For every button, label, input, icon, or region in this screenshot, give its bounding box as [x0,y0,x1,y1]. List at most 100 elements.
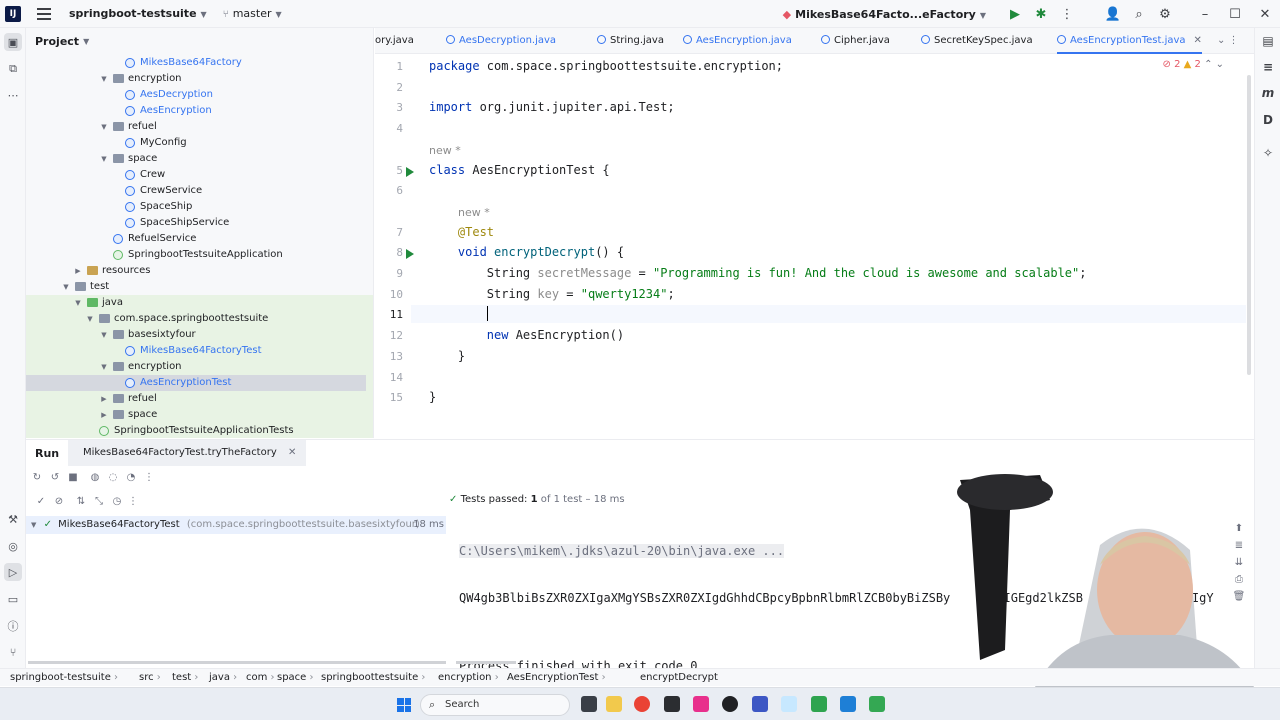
project-tree-item[interactable]: MikesBase64FactoryTest [26,343,366,359]
editor-tab[interactable]: String.java [597,28,664,54]
add-user-icon[interactable]: 👤 [1100,7,1126,22]
project-tree-item[interactable]: ▼ encryption [26,71,366,87]
chevron-down-icon[interactable]: ▼ [99,151,109,167]
chevron-down-icon[interactable]: ▼ [99,359,109,375]
chevron-right-icon[interactable]: ▶ [73,263,83,279]
chevron-down-icon[interactable]: ▼ [99,71,109,87]
project-tree-item[interactable]: Crew [26,167,366,183]
chevron-right-icon[interactable]: ▶ [99,407,109,423]
tabs-overflow-icon[interactable]: ⌄ ⋮ [1217,28,1239,54]
project-tree-item[interactable]: CrewService [26,183,366,199]
breadcrumb-item[interactable]: springboottestsuite › [321,669,425,686]
intellij-logo-icon[interactable]: IJ [5,5,21,22]
chrome-icon[interactable] [634,696,650,712]
d-tool-icon[interactable]: D [1260,113,1276,129]
notifications-icon[interactable]: ▤ [1260,34,1276,50]
editor-tab[interactable]: ory.java [375,28,414,54]
git-tool-icon[interactable]: ⑂ [4,643,22,661]
run-tool-icon[interactable]: ▷ [4,563,22,581]
app3-icon[interactable] [869,696,885,712]
obs-icon[interactable] [722,696,738,712]
rerun-failed-icon[interactable]: ↺ [48,472,62,486]
file-explorer-icon[interactable] [606,696,622,712]
sort-icon[interactable]: ⇅ [74,496,88,510]
project-tree-item[interactable]: AesEncryptionTest [26,375,366,391]
close-window-icon[interactable]: ✕ [1250,7,1280,22]
code-vision-hint[interactable]: new * [429,144,461,157]
project-switcher[interactable]: springboot-testsuite ▼ [69,7,207,20]
more-actions-icon[interactable]: ⋮ [1054,7,1080,22]
project-tree-item[interactable]: ▼ com.space.springboottestsuite [26,311,366,327]
editor-tab[interactable]: AesEncryption.java [683,28,792,54]
project-tree-item[interactable]: MikesBase64Factory [26,55,366,71]
stop-icon[interactable]: ■ [66,472,80,486]
windows-start-icon[interactable] [397,698,411,712]
vscode-icon[interactable] [840,696,856,712]
code-editor[interactable]: ⊘ 2 ▲ 2 ⌃ ⌄ 1 package com.space.springboo… [375,55,1254,438]
project-tree-item[interactable]: MyConfig [26,135,366,151]
breadcrumb-item[interactable]: encryptDecrypt [640,669,718,686]
problems-tool-icon[interactable]: ⓘ [4,617,22,635]
breadcrumb-item[interactable]: com › [246,669,275,686]
history-icon[interactable]: ◷ [110,496,124,510]
settings-gear-icon[interactable]: ⚙ [1152,7,1178,22]
sort-duration-icon[interactable]: ⤡ [92,496,106,510]
project-tree-item[interactable]: ▼ basesixtyfour [26,327,366,343]
code-vision-hint[interactable]: new * [458,206,490,219]
run-panel-title[interactable]: Run [35,447,59,460]
project-tree-item[interactable]: ▼ test [26,279,366,295]
breadcrumb-item[interactable]: encryption › [438,669,499,686]
horizontal-scrollbar[interactable] [28,661,446,664]
run-gutter-icon[interactable] [406,249,414,260]
problems-indicator[interactable]: ⊘ 2 ▲ 2 ⌃ ⌄ [1163,59,1225,70]
breadcrumb-item[interactable]: src › [139,669,161,686]
chevron-right-icon[interactable]: ▶ [99,391,109,407]
minimize-icon[interactable]: – [1190,7,1220,22]
task-view-icon[interactable] [581,696,597,712]
editor-tab[interactable]: AesDecryption.java [446,28,556,54]
run-icon[interactable]: ▶ [1002,7,1028,22]
search-icon[interactable]: ⌕ [1126,7,1152,22]
database-icon[interactable]: ≡ [1260,60,1276,76]
breadcrumb-item[interactable]: AesEncryptionTest › [507,669,606,686]
chevron-down-icon[interactable]: ▼ [61,279,71,295]
debug-run-icon[interactable]: ◌ [106,472,120,486]
project-tool-icon[interactable]: ▣ [4,33,22,51]
vcs-branch-widget[interactable]: ⑂ master ▼ [223,7,282,20]
rerun-icon[interactable]: ↻ [30,472,44,486]
save-app-icon[interactable] [752,696,768,712]
project-tree-item[interactable]: SpaceShip [26,199,366,215]
editor-tab[interactable]: AesEncryptionTest.java ✕ [1057,28,1202,54]
structure-tool-icon[interactable]: ⧉ [4,60,22,78]
show-passed-icon[interactable]: ✓ [34,496,48,510]
chevron-down-icon[interactable]: ▼ [85,311,95,327]
maven-icon[interactable]: m [1260,86,1276,102]
intellij-app-icon[interactable] [693,696,709,712]
project-tree-item[interactable]: AesDecryption [26,87,366,103]
coverage-icon[interactable]: ◍ [88,472,102,486]
breadcrumb-item[interactable]: springboot-testsuite › [10,669,118,686]
services-tool-icon[interactable]: ◎ [4,537,22,555]
maximize-icon[interactable]: ☐ [1220,7,1250,22]
breadcrumb-item[interactable]: test › [172,669,198,686]
main-menu-icon[interactable] [37,7,51,20]
terminal-tool-icon[interactable]: ▭ [4,590,22,608]
project-tree-item[interactable]: ▶ resources [26,263,366,279]
project-tree-item[interactable]: ▼ space [26,151,366,167]
profile-icon[interactable]: ◔ [124,472,138,486]
app-icon[interactable] [781,696,797,712]
project-tree-item[interactable]: ▼ encryption [26,359,366,375]
project-tree-item[interactable]: SpringbootTestsuiteApplication [26,247,366,263]
run-configuration-selector[interactable]: ◆ MikesBase64Facto...eFactory ▼ [783,8,986,21]
project-tree-item[interactable]: ▶ space [26,407,366,423]
project-tree-item[interactable]: ▼ java [26,295,366,311]
project-tree-item[interactable]: RefuelService [26,231,366,247]
more-options-icon[interactable]: ⋮ [126,496,140,510]
close-tab-icon[interactable]: ✕ [1194,35,1202,46]
chevron-down-icon[interactable]: ▼ [99,119,109,135]
ai-assistant-icon[interactable]: ✧ [1260,146,1276,162]
build-tool-icon[interactable]: ⚒ [4,510,22,528]
chevron-down-icon[interactable]: ▼ [99,327,109,343]
run-config-tab[interactable]: MikesBase64FactoryTest.tryTheFactory ✕ [68,440,307,466]
terminal-app-icon[interactable] [664,696,680,712]
